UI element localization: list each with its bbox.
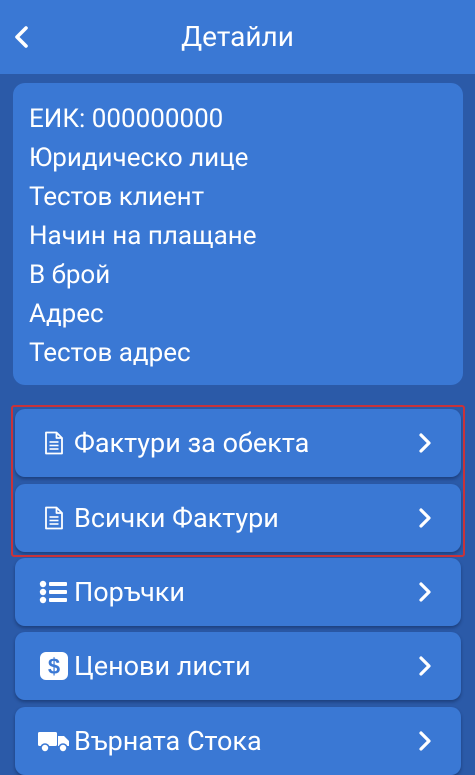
- address-heading: Адрес: [29, 299, 104, 329]
- menu-item-site-invoices[interactable]: Фактури за обекта: [15, 409, 461, 477]
- address-value: Тестов адрес: [29, 338, 191, 368]
- menu-item-label: Всички Фактури: [74, 502, 279, 534]
- menu-item-price-lists[interactable]: $ Ценови листи: [15, 632, 461, 700]
- list-icon: [34, 580, 74, 604]
- client-name-line: Тестов клиент: [29, 182, 205, 212]
- chevron-right-icon: [417, 506, 433, 530]
- dollar-icon: $: [34, 651, 74, 681]
- payment-method-value: В брой: [29, 260, 111, 290]
- svg-text:$: $: [48, 654, 60, 679]
- payment-method-heading: Начин на плащане: [29, 221, 257, 251]
- chevron-right-icon: [417, 580, 433, 604]
- document-icon: [34, 506, 74, 530]
- menu-item-returned-goods[interactable]: Върната Стока: [15, 707, 461, 775]
- page-title: Детайли: [181, 20, 294, 53]
- menu-item-label: Върната Стока: [74, 725, 262, 757]
- menu-item-label: Фактури за обекта: [74, 427, 310, 459]
- app-header: Детайли: [0, 0, 475, 74]
- chevron-right-icon: [417, 654, 433, 678]
- menu-item-orders[interactable]: Поръчки: [15, 558, 461, 626]
- entity-type-line: Юридическо лице: [29, 143, 249, 173]
- menu-item-all-invoices[interactable]: Всички Фактури: [15, 484, 461, 552]
- chevron-right-icon: [417, 431, 433, 455]
- menu-item-label: Поръчки: [74, 576, 185, 608]
- document-icon: [34, 431, 74, 455]
- eik-line: ЕИК: 000000000: [29, 104, 224, 134]
- chevron-right-icon: [417, 729, 433, 753]
- truck-icon: [34, 729, 74, 753]
- menu-item-label: Ценови листи: [74, 650, 251, 682]
- client-details-card: ЕИК: 000000000 Юридическо лице Тестов кл…: [13, 83, 463, 385]
